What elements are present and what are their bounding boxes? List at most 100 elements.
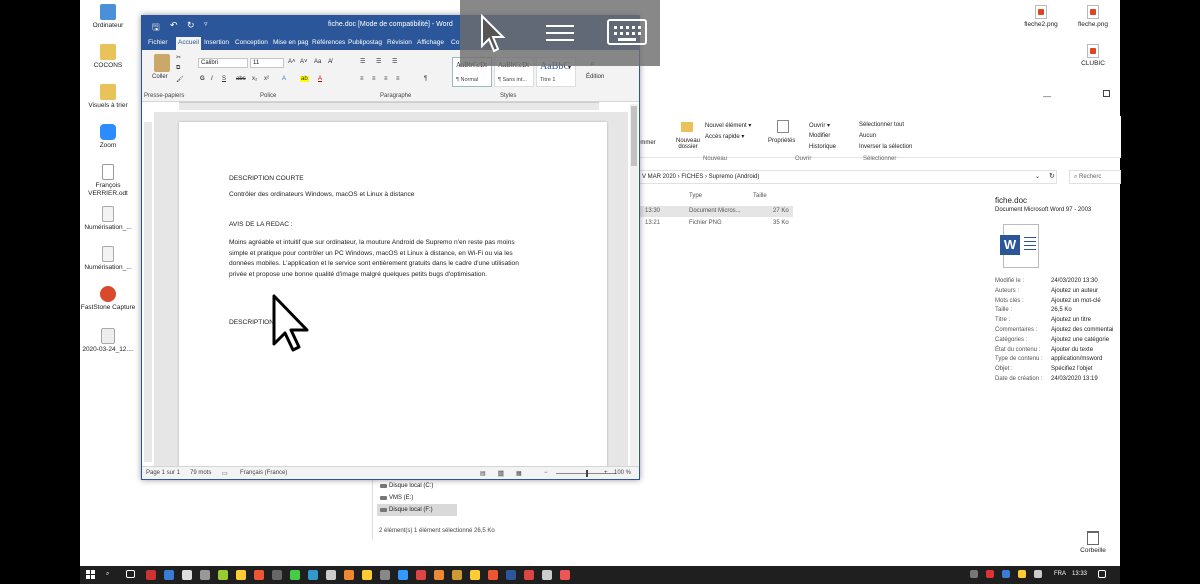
invert-selection-button[interactable]: Inverser la sélection: [859, 144, 912, 150]
app-icon[interactable]: [452, 570, 462, 580]
app-icon[interactable]: [488, 570, 498, 580]
property-value[interactable]: Ajoutez un mot-clé: [1051, 298, 1101, 304]
desktop-icon-zoom[interactable]: Zoom: [80, 124, 136, 150]
app-icon[interactable]: [524, 570, 534, 580]
scrollbar-thumb[interactable]: [631, 106, 637, 166]
table-row[interactable]: 13:30 Document Micros... 27 Ko: [637, 206, 793, 217]
property-value[interactable]: Ajoutez des commentai: [1051, 327, 1113, 333]
chevron-down-icon[interactable]: ⌄: [1035, 173, 1040, 180]
zoom-out-button[interactable]: −: [544, 470, 548, 476]
copy-icon[interactable]: ⧉: [176, 65, 180, 72]
change-case-button[interactable]: Aa: [314, 59, 321, 65]
app-icon[interactable]: [470, 570, 480, 580]
app-icon[interactable]: [254, 570, 264, 580]
tab-more[interactable]: Co: [451, 39, 459, 46]
tray-icon[interactable]: [1002, 570, 1010, 578]
column-header-size[interactable]: Taille: [753, 193, 767, 199]
app-icon[interactable]: [164, 570, 174, 580]
app-icon[interactable]: [398, 570, 408, 580]
app-icon[interactable]: [200, 570, 210, 580]
property-value[interactable]: Spécifiez l'objet: [1051, 366, 1093, 372]
app-icon[interactable]: [542, 570, 552, 580]
tab-insertion[interactable]: Insertion: [204, 39, 229, 46]
italic-button[interactable]: I: [211, 76, 213, 82]
vertical-scrollbar[interactable]: [630, 104, 638, 466]
maximize-icon[interactable]: [1103, 90, 1110, 97]
grow-font-button[interactable]: A˄: [288, 59, 296, 65]
print-layout-icon[interactable]: ▥: [498, 470, 504, 477]
keyboard-icon[interactable]: [607, 19, 647, 45]
page-count[interactable]: Page 1 sur 1: [146, 470, 180, 476]
show-marks-icon[interactable]: ¶: [424, 76, 427, 82]
select-none-button[interactable]: Aucun: [859, 133, 876, 139]
property-value[interactable]: Ajoutez une catégorie: [1051, 337, 1109, 343]
properties-button[interactable]: Propriétés: [768, 138, 795, 144]
quick-access-button[interactable]: Accès rapide ▾: [705, 133, 744, 140]
tab-revision[interactable]: Révision: [387, 39, 412, 46]
customize-quick-access-icon[interactable]: ▿: [204, 20, 208, 28]
align-right-icon[interactable]: ≡: [384, 76, 388, 82]
app-icon[interactable]: [434, 570, 444, 580]
column-header-type[interactable]: Type: [689, 193, 702, 199]
word-count[interactable]: 79 mots: [190, 470, 211, 476]
app-icon[interactable]: [146, 570, 156, 580]
tab-accueil[interactable]: Accueil: [176, 37, 201, 50]
desktop-icon-odt[interactable]: François VERRIER.odt: [80, 164, 136, 198]
tree-item-c[interactable]: Disque local (C:): [377, 480, 457, 492]
zoom-level[interactable]: 100 %: [614, 470, 631, 476]
clear-format-icon[interactable]: A̸: [328, 59, 332, 65]
desktop-icon-clubic[interactable]: CLUBIC: [1070, 44, 1116, 67]
font-color-icon[interactable]: A: [318, 76, 322, 82]
overlay-pointer-icon[interactable]: [480, 14, 506, 54]
undo-icon[interactable]: ↶: [170, 20, 178, 31]
language[interactable]: Français (France): [240, 470, 287, 476]
property-value[interactable]: Ajoutez un titre: [1051, 317, 1091, 323]
property-value[interactable]: Ajoutez un auteur: [1051, 288, 1098, 294]
table-row[interactable]: 13:21 Fichier PNG 35 Ko: [637, 218, 793, 229]
open-button[interactable]: Ouvrir ▾: [809, 122, 830, 129]
new-folder-button[interactable]: Nouveau dossier: [673, 138, 703, 150]
tab-references[interactable]: Références: [312, 39, 345, 46]
clock[interactable]: 13:33: [1072, 571, 1087, 577]
desktop-icon-fleche2[interactable]: fleche2.png: [1018, 5, 1064, 28]
desktop-icon-ordinateur[interactable]: Ordinateur: [80, 4, 136, 30]
volume-icon[interactable]: [1034, 570, 1042, 578]
save-icon[interactable]: 🖫: [152, 20, 160, 36]
tray-icon[interactable]: [1018, 570, 1026, 578]
search-input[interactable]: ⌕ Recherc: [1069, 170, 1121, 184]
paste-button[interactable]: Coller: [152, 74, 168, 80]
app-icon[interactable]: [362, 570, 372, 580]
tray-icon[interactable]: [986, 570, 994, 578]
address-bar[interactable]: V MAR 2020 › FICHES › Supremo (Android): [637, 170, 1057, 184]
tree-item-f[interactable]: Disque local (F:): [377, 504, 457, 516]
text-effects-icon[interactable]: A: [282, 76, 286, 82]
justify-icon[interactable]: ≡: [396, 76, 400, 82]
menu-icon[interactable]: [546, 22, 574, 42]
app-icon[interactable]: [236, 570, 246, 580]
search-icon[interactable]: ⌕: [106, 571, 109, 578]
subscript-button[interactable]: x₂: [252, 76, 257, 82]
cut-icon[interactable]: ✂: [176, 54, 181, 61]
tab-mise-en-page[interactable]: Mise en pag: [273, 39, 308, 46]
tray-icon[interactable]: [970, 570, 978, 578]
app-icon[interactable]: [344, 570, 354, 580]
web-layout-icon[interactable]: ▦: [516, 470, 522, 477]
select-all-button[interactable]: Sélectionner tout: [859, 122, 904, 128]
property-value[interactable]: Ajouter du texte: [1051, 347, 1093, 353]
desktop-icon-visuels[interactable]: Visuels à trier: [80, 84, 136, 110]
redo-icon[interactable]: ↻: [187, 20, 195, 31]
horizontal-ruler[interactable]: [179, 102, 599, 110]
highlight-icon[interactable]: ab: [300, 76, 309, 82]
bullets-icon[interactable]: ☰: [360, 58, 365, 65]
property-value[interactable]: application/msword: [1051, 356, 1102, 362]
app-icon[interactable]: [218, 570, 228, 580]
read-mode-icon[interactable]: ▤: [480, 470, 486, 477]
document-page[interactable]: DESCRIPTION COURTE Contrôler des ordinat…: [179, 122, 607, 472]
app-icon[interactable]: [416, 570, 426, 580]
proofing-icon[interactable]: ▭: [222, 470, 228, 477]
underline-button[interactable]: S: [222, 76, 226, 82]
tab-affichage[interactable]: Affichage: [417, 39, 444, 46]
tab-fichier[interactable]: Fichier: [148, 39, 168, 46]
zoom-slider-knob[interactable]: [586, 470, 588, 477]
app-icon[interactable]: [380, 570, 390, 580]
